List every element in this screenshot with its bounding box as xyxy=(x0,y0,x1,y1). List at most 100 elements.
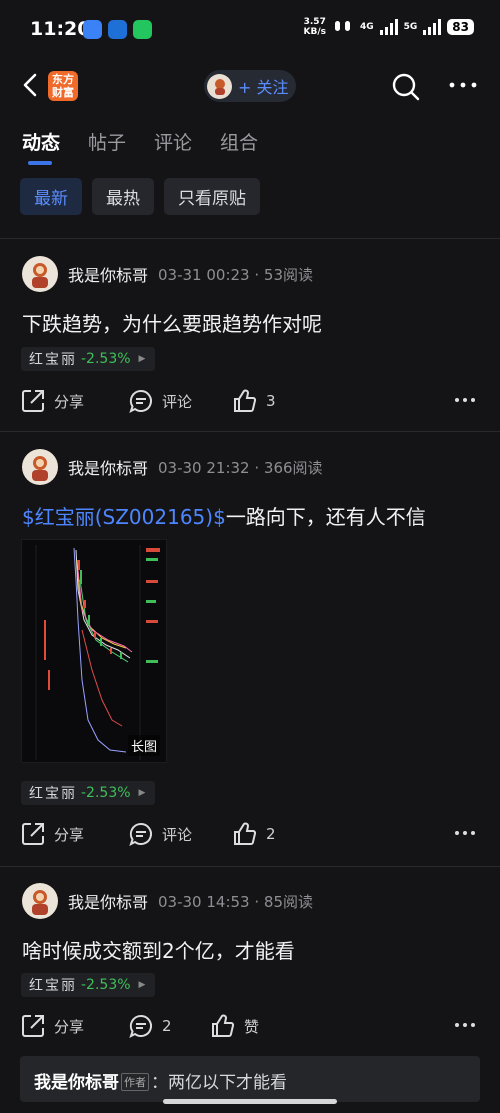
tab-posts[interactable]: 帖子 xyxy=(88,128,126,155)
comment-icon xyxy=(129,389,152,413)
post-meta: 03-30 14:53 · 85阅读 xyxy=(158,892,313,911)
signal-5g-label: 5G xyxy=(403,22,418,32)
post-text[interactable]: $红宝丽(SZ002165)$一路向下，还有人不信 xyxy=(22,501,426,530)
tab-activity[interactable]: 动态 xyxy=(22,128,60,165)
author-tag: 作者 xyxy=(121,1073,149,1091)
share-button[interactable]: 分享 xyxy=(20,388,84,414)
stock-tag[interactable]: 红宝丽 -2.53% ▶ xyxy=(21,973,156,997)
share-label: 分享 xyxy=(54,392,85,411)
net-speed: 3.57 KB/s xyxy=(304,17,326,37)
like-button[interactable]: 2 xyxy=(232,821,276,847)
post-meta: 03-31 00:23 · 53阅读 xyxy=(158,265,313,284)
filter-hottest[interactable]: 最热 xyxy=(92,178,154,215)
chevron-right-icon: ▶ xyxy=(138,788,146,798)
divider xyxy=(0,431,500,432)
comment-preview[interactable]: 我是你标哥 作者 ：两亿以下才能看 xyxy=(20,1056,480,1102)
back-arrow-icon[interactable] xyxy=(18,70,46,100)
share-button[interactable]: 分享 xyxy=(20,1013,84,1039)
author-avatar[interactable] xyxy=(22,256,58,292)
post-text[interactable]: 下跌趋势，为什么要跟趋势作对呢 xyxy=(22,308,322,337)
more-options-icon[interactable] xyxy=(454,1021,476,1029)
follow-label: + 关注 xyxy=(238,78,289,97)
signal-4g-icon xyxy=(379,19,398,35)
post-text[interactable]: 啥时候成交额到2个亿，才能看 xyxy=(22,935,295,964)
signal-4g-label: 4G xyxy=(359,22,374,32)
divider xyxy=(0,238,500,239)
thumbs-up-icon xyxy=(234,389,257,412)
logo-line-2: 财富 xyxy=(52,86,74,99)
earbuds-icon xyxy=(334,21,350,31)
stock-tag[interactable]: 红宝丽 -2.53% ▶ xyxy=(21,347,156,371)
post-meta: 03-30 21:32 · 366阅读 xyxy=(158,458,323,477)
author-name[interactable]: 我是你标哥 xyxy=(68,889,148,913)
comment-label: 评论 xyxy=(162,825,193,844)
stock-change: -2.53% xyxy=(81,351,131,367)
user-avatar-icon xyxy=(32,456,48,481)
outlook-icon xyxy=(108,20,127,39)
filter-latest[interactable]: 最新 xyxy=(20,178,82,215)
post-actions: 分享 2 赞 xyxy=(20,1013,480,1043)
thumbs-up-icon xyxy=(212,1014,235,1037)
user-avatar-icon xyxy=(32,890,48,915)
comment-button[interactable]: 2 xyxy=(128,1013,172,1039)
status-time: 11:20 xyxy=(30,18,91,40)
user-avatar-icon xyxy=(32,263,48,288)
logo-line-1: 东方 xyxy=(52,73,74,86)
stock-name: 红宝丽 xyxy=(29,978,77,994)
user-avatar-icon xyxy=(214,79,225,95)
follow-button[interactable]: + 关注 xyxy=(204,70,296,102)
post-card[interactable]: 我是你标哥 03-30 21:32 · 366阅读 $红宝丽(SZ002165)… xyxy=(0,449,500,865)
app-header: 东方 财富 + 关注 xyxy=(0,58,500,114)
net-speed-value: 3.57 xyxy=(303,17,326,27)
comment-button[interactable]: 评论 xyxy=(128,821,192,847)
share-label: 分享 xyxy=(54,1017,85,1036)
follow-avatar xyxy=(207,73,232,99)
net-speed-unit: KB/s xyxy=(303,27,326,37)
thumbs-up-icon xyxy=(234,822,257,845)
share-icon xyxy=(22,823,44,845)
status-bar: 11:20 3.57 KB/s 4G 5G 83 xyxy=(0,0,500,58)
comment-label: 评论 xyxy=(162,392,193,411)
stock-change: -2.53% xyxy=(81,977,131,993)
comment-icon xyxy=(129,822,152,846)
author-name[interactable]: 我是你标哥 xyxy=(68,262,148,286)
notification-app-icon xyxy=(83,20,102,39)
author-avatar[interactable] xyxy=(22,449,58,485)
like-count: 3 xyxy=(266,392,276,410)
post-image[interactable]: 长图 xyxy=(21,539,167,763)
tab-comments[interactable]: 评论 xyxy=(154,128,192,155)
post-card[interactable]: 我是你标哥 03-31 00:23 · 53阅读 下跌趋势，为什么要跟趋势作对呢… xyxy=(0,256,500,430)
stock-tag[interactable]: 红宝丽 -2.53% ▶ xyxy=(21,781,156,805)
sort-filters: 最新 最热 只看原贴 xyxy=(20,178,260,215)
battery-level: 83 xyxy=(447,19,474,35)
reply-text: ：两亿以下才能看 xyxy=(151,1073,287,1093)
filter-original-only[interactable]: 只看原贴 xyxy=(164,178,260,215)
comment-icon xyxy=(129,1014,152,1038)
comment-button[interactable]: 评论 xyxy=(128,388,192,414)
chevron-right-icon: ▶ xyxy=(138,980,146,990)
share-icon xyxy=(22,390,44,412)
share-button[interactable]: 分享 xyxy=(20,821,84,847)
eastmoney-logo[interactable]: 东方 财富 xyxy=(48,71,78,101)
long-image-badge: 长图 xyxy=(127,735,160,756)
home-indicator[interactable] xyxy=(163,1099,337,1104)
divider xyxy=(0,866,500,867)
more-options-icon[interactable] xyxy=(448,80,478,90)
tab-portfolios[interactable]: 组合 xyxy=(220,128,258,155)
stock-mention-link[interactable]: $红宝丽(SZ002165)$ xyxy=(22,505,226,529)
notification-icons xyxy=(83,20,152,39)
like-button[interactable]: 赞 xyxy=(210,1013,259,1039)
signal-5g-icon xyxy=(423,19,442,35)
share-label: 分享 xyxy=(54,825,85,844)
stock-name: 红宝丽 xyxy=(29,352,77,368)
search-icon[interactable] xyxy=(391,72,421,102)
more-options-icon[interactable] xyxy=(454,829,476,837)
post-actions: 分享 评论 3 xyxy=(20,388,480,418)
post-actions: 分享 评论 2 xyxy=(20,821,480,851)
stock-chart-thumbnail xyxy=(22,540,166,762)
like-button[interactable]: 3 xyxy=(232,388,276,414)
author-avatar[interactable] xyxy=(22,883,58,919)
author-name[interactable]: 我是你标哥 xyxy=(68,455,148,479)
reply-author[interactable]: 我是你标哥 xyxy=(34,1073,119,1093)
more-options-icon[interactable] xyxy=(454,396,476,404)
